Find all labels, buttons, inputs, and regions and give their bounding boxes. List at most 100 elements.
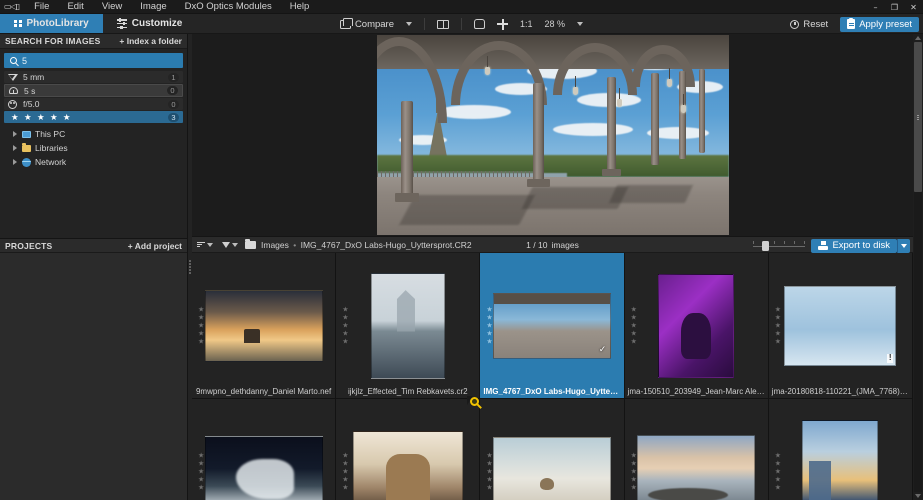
menu-item-image[interactable]: Image [131,0,175,14]
menu-item-view[interactable]: View [93,0,131,14]
thumbnail-cell-10[interactable]: ★★★★★ [769,399,913,500]
export-to-disk-button[interactable]: Export to disk [811,239,897,253]
zoom-dropdown-button[interactable] [571,17,589,32]
search-input[interactable]: 5 [4,53,183,68]
rating-stars[interactable]: ★★★★★ [631,306,637,345]
preview-image [377,35,729,235]
projects-panel-title: PROJECTS [5,241,52,251]
thumbnail-cell-1[interactable]: ★★★★★ 9mwpno_dethdanny_Daniel Marto.nef [192,253,336,399]
menu-item-dxo-optics-modules[interactable]: DxO Optics Modules [176,0,281,14]
top-tab-bar: PhotoLibrary Customize Compare [0,14,923,34]
rating-stars[interactable]: ★★★★★ [775,306,781,345]
hand-tool-button[interactable] [468,17,491,32]
reset-clock-icon [790,20,799,29]
thumbnail-image [205,436,323,500]
scrollbar-track[interactable] [914,42,922,492]
chevron-right-icon[interactable] [13,145,17,151]
thumbnail-size-slider[interactable] [753,240,805,252]
rating-stars[interactable]: ★★★★★ [198,452,204,491]
tab-customize[interactable]: Customize [103,14,197,33]
scroll-up-arrow-icon[interactable] [915,36,921,40]
compare-button[interactable]: Compare [334,17,400,32]
this-pc-icon [21,130,31,139]
rating-stars[interactable]: ★★★★★ [198,306,204,345]
side-by-side-button[interactable] [431,17,455,32]
chevron-down-icon [577,22,583,26]
thumbnail-cell-4[interactable]: ★★★★★ jma-150510_203949_Jean-Marc Alexia… [625,253,769,399]
breadcrumb-folder[interactable]: Images [261,240,289,250]
compare-dropdown-button[interactable] [400,17,418,32]
filter-row-aperture[interactable]: f/5.0 0 [4,98,183,110]
filmstrip-right-tools: Export to disk [753,239,910,253]
chevron-down-icon [406,22,412,26]
filter-row-focal-length[interactable]: 5 mm 1 [4,71,183,83]
tab-photolibrary[interactable]: PhotoLibrary [0,14,103,33]
reset-button[interactable]: Reset [783,17,835,32]
image-preview-area[interactable] [192,34,913,236]
filter-label-focal-length: 5 mm [23,72,163,82]
close-button[interactable]: ✕ [904,0,923,14]
thumbnail-cell-9[interactable]: ★★★★★ [625,399,769,500]
search-panel-header: SEARCH FOR IMAGES + Index a folder [0,34,187,49]
breadcrumb-separator: • [293,240,296,250]
menu-item-help[interactable]: Help [281,0,319,14]
chevron-right-icon[interactable] [13,159,17,165]
thumbnail-filename: jma-20180818-110221_(JMA_7768).NEF [769,387,912,396]
index-a-folder-link[interactable]: + Index a folder [119,36,182,46]
restore-button[interactable]: ❐ [885,0,904,14]
sort-button[interactable] [195,238,215,251]
thumbnail-cell-2[interactable]: ★★★★★ ijkjlz_Effected_Tim Rebkavets.cr2 [336,253,480,399]
folder-icon [245,241,256,249]
rating-stars[interactable]: ★★★★★ [342,452,348,491]
scroll-down-arrow-icon[interactable] [915,494,921,498]
filter-row-shutter-speed[interactable]: 5 s 0 [4,84,183,97]
filter-count-rating: 3 [168,113,179,122]
tab-customize-label: Customize [132,18,183,29]
thumbnail-cell-5[interactable]: ★★★★★ jma-20180818-110221_(JMA_7768).NEF [769,253,913,399]
hand-tool-icon [474,19,485,29]
thumbnail-cell-7[interactable]: ★★★★★ [336,399,480,500]
tree-item-network[interactable]: Network [8,157,183,167]
thumbnail-filename: IMG_4767_DxO Labs-Hugo_Uyttersprot.CR2 [480,387,623,396]
rating-stars[interactable]: ★★★★★ [342,306,348,345]
menu-item-file[interactable]: File [25,0,58,14]
move-tool-button[interactable] [491,17,514,32]
zoom-level-button[interactable]: 28 % [539,17,572,32]
minimize-button[interactable]: – [866,0,885,14]
rating-stars[interactable]: ★★★★★ [486,452,492,491]
rating-stars[interactable]: ★★★★★ [631,452,637,491]
thumbnail-size-slider-handle[interactable] [762,241,769,251]
fit-1to1-button[interactable]: 1:1 [514,17,539,32]
export-icon [818,241,828,250]
app-logo-icon: ▭◁▯ [0,2,25,11]
chevron-right-icon[interactable] [13,131,17,137]
toolbar-divider-2 [461,18,462,30]
thumbnail-browser[interactable]: ★★★★★ 9mwpno_dethdanny_Daniel Marto.nef … [192,253,913,500]
filmstrip-toolbar: Images • IMG_4767_DxO Labs-Hugo_Uyttersp… [192,236,913,253]
preview-resize-grabber[interactable] [549,233,557,235]
projects-list[interactable] [0,253,187,500]
chevron-down-icon [232,243,238,247]
tree-label-network: Network [35,157,66,167]
reset-label: Reset [803,19,828,30]
menu-item-edit[interactable]: Edit [58,0,92,14]
apply-preset-button[interactable]: Apply preset [840,17,919,32]
thumbnail-cell-3[interactable]: ★★★★★ ✓ IMG_4767_DxO Labs-Hugo_Uytterspr… [480,253,624,399]
tree-item-this-pc[interactable]: This PC [8,129,183,139]
thumbnail-image [637,435,755,500]
aperture-icon [7,100,18,109]
menu-bar: ▭◁▯ File Edit View Image DxO Optics Modu… [0,0,923,14]
image-count-unit: images [551,240,578,250]
filter-button[interactable] [220,238,240,251]
right-scrollbar[interactable] [913,34,923,500]
filter-row-rating[interactable]: ★ ★ ★ ★ ★ 3 [4,111,183,123]
thumbnail-cell-8[interactable]: ★★★★★ [480,399,624,500]
thumbnail-cell-6[interactable]: ★★★★★ [192,399,336,500]
sidebar-spacer [0,167,187,238]
scrollbar-thumb[interactable] [914,42,922,192]
rating-stars[interactable]: ★★★★★ [486,306,492,345]
rating-stars[interactable]: ★★★★★ [775,452,781,491]
add-project-link[interactable]: + Add project [128,241,182,251]
tree-item-libraries[interactable]: Libraries [8,143,183,153]
export-dropdown-button[interactable] [897,239,910,253]
